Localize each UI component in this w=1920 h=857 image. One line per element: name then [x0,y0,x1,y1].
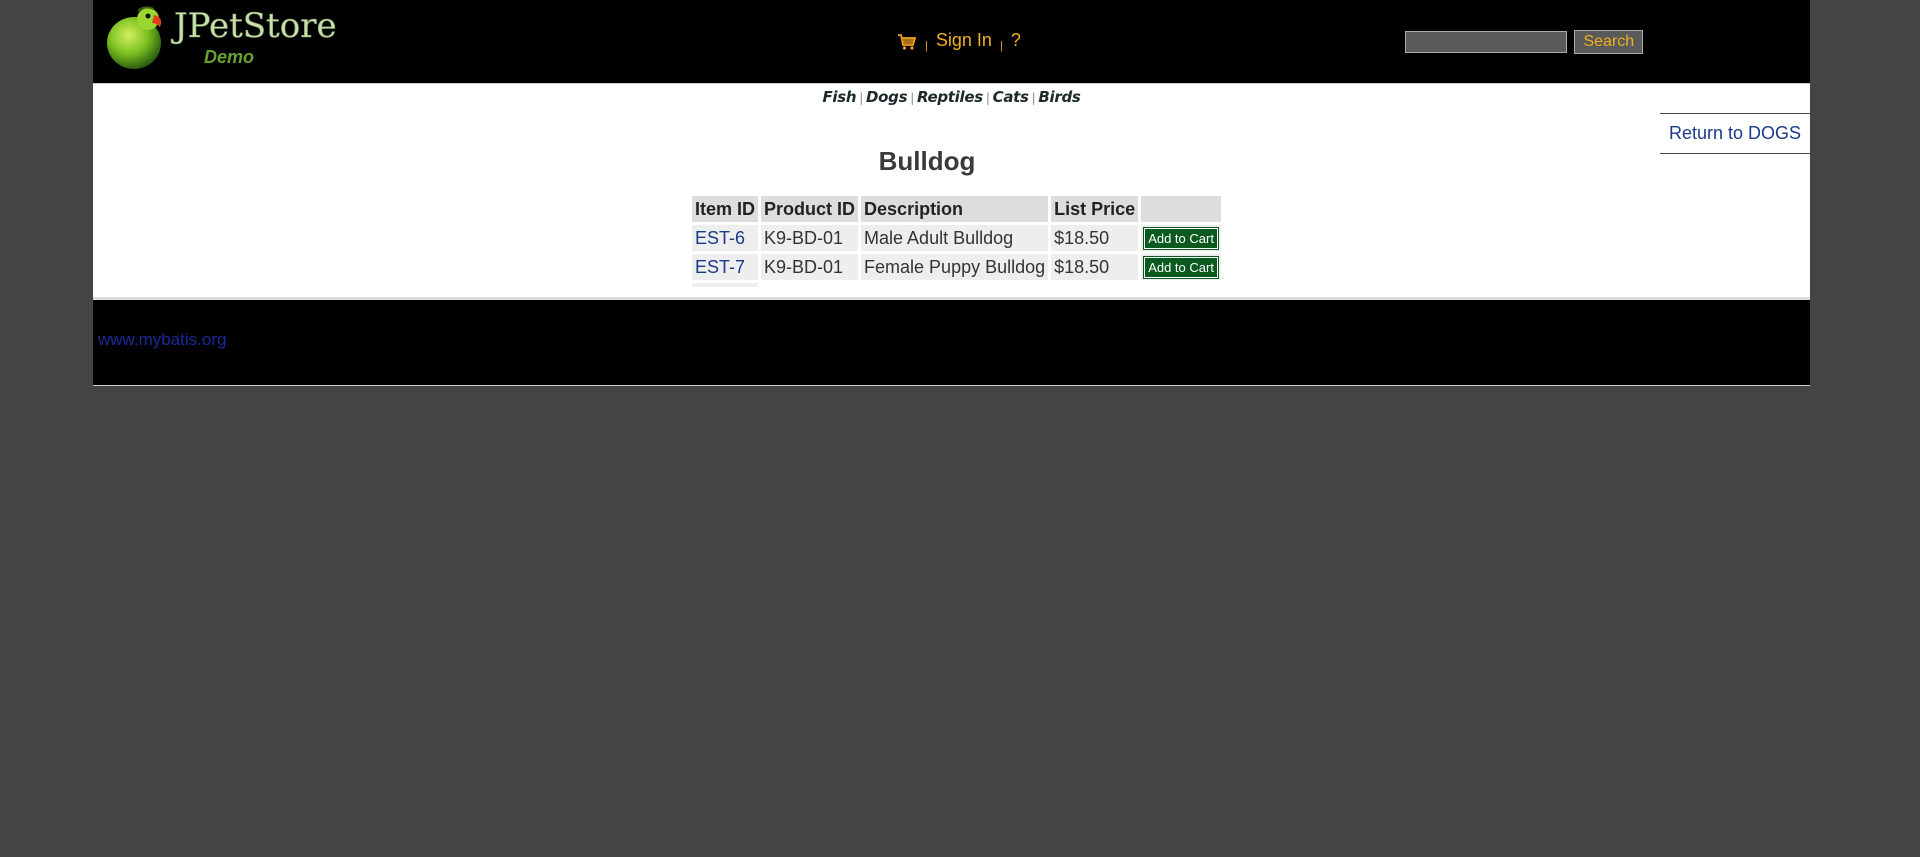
description-cell: Male Adult Bulldog [861,225,1049,251]
item-id-cell: EST-6 [692,225,759,251]
parrot-icon [107,6,162,69]
add-to-cart-button[interactable]: Add to Cart [1143,227,1219,250]
table-row: EST-7 K9-BD-01 Female Puppy Bulldog $18.… [692,254,1221,280]
logo-title: JPetStore [171,6,337,46]
search-input[interactable] [1405,31,1567,53]
mybatis-link[interactable]: www.mybatis.org [98,330,226,350]
page: JPetStore Demo | Sign In | ? Search Fish… [93,0,1810,386]
footer: www.mybatis.org [93,300,1810,386]
content-area: Fish | Dogs | Reptiles | Cats | Birds Return to … [93,83,1810,300]
add-to-cart-button[interactable]: Add to Cart [1143,256,1219,279]
table-footer-row [692,283,1221,287]
shopping-cart-icon[interactable] [897,33,917,51]
quicklink-separator: | [1031,91,1036,105]
table-footer-cell [692,283,759,287]
jpetstore-logo[interactable]: JPetStore Demo [104,3,374,71]
price-cell: $18.50 [1051,225,1139,251]
quicklink-birds[interactable]: Birds [1038,88,1080,106]
product-id-cell: K9-BD-01 [761,225,859,251]
category-quicklinks: Fish | Dogs | Reptiles | Cats | Birds [93,88,1810,106]
column-header-description: Description [861,196,1049,222]
quicklink-fish[interactable]: Fish [822,88,856,106]
column-header-product-id: Product ID [761,196,859,222]
page-title: Bulldog [878,146,976,176]
action-cell: Add to Cart [1141,254,1221,280]
quicklink-separator: | [910,91,914,105]
quicklink-separator: | [859,91,863,105]
item-id-link[interactable]: EST-6 [695,228,745,248]
search-form: Search [1405,30,1644,54]
price-cell: $18.50 [1051,254,1139,280]
quicklink-reptiles[interactable]: Reptiles [917,88,983,106]
return-to-dogs-link[interactable]: Return to DOGS [1669,123,1801,143]
product-id-cell: K9-BD-01 [761,254,859,280]
menu-separator: | [925,40,928,52]
item-id-cell: EST-7 [692,254,759,280]
search-button[interactable]: Search [1574,30,1644,54]
header-menu: | Sign In | ? [897,30,1021,52]
column-header-action [1141,196,1221,222]
help-link[interactable]: ? [1011,30,1021,50]
quicklink-cats[interactable]: Cats [993,88,1029,106]
description-cell: Female Puppy Bulldog [861,254,1049,280]
logo-subtitle: Demo [204,47,254,67]
table-header-row: Item ID Product ID Description List Pric… [692,196,1221,222]
quicklink-separator: | [985,91,990,105]
table-row: EST-6 K9-BD-01 Male Adult Bulldog $18.50… [692,225,1221,251]
column-header-list-price: List Price [1051,196,1139,222]
action-cell: Add to Cart [1141,225,1221,251]
header: JPetStore Demo | Sign In | ? Search [93,0,1810,83]
item-id-link[interactable]: EST-7 [695,257,745,277]
item-table: Item ID Product ID Description List Pric… [689,193,1224,290]
menu-separator: | [999,40,1003,52]
quicklink-dogs[interactable]: Dogs [866,88,908,106]
column-header-item-id: Item ID [692,196,759,222]
sign-in-link[interactable]: Sign In [936,30,992,50]
